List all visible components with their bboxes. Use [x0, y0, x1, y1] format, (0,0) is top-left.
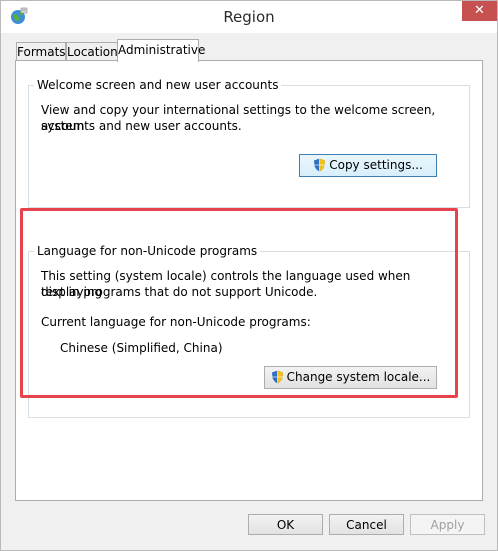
administrative-panel: Welcome screen and new user accounts Vie…	[15, 60, 483, 501]
close-icon: ✕	[474, 3, 485, 18]
cancel-button[interactable]: Cancel	[329, 514, 404, 535]
tab-location[interactable]: Location	[66, 42, 118, 61]
current-language-value: Chinese (Simplified, China)	[60, 341, 223, 355]
shield-icon	[314, 158, 326, 171]
copy-settings-label: Copy settings...	[329, 158, 423, 172]
welcome-description-line2: accounts and new user accounts.	[41, 119, 242, 133]
current-language-label: Current language for non-Unicode program…	[41, 315, 311, 329]
shield-icon	[271, 370, 283, 383]
non-unicode-group-legend: Language for non-Unicode programs	[37, 244, 258, 258]
region-dialog: Region ✕ Formats Location Administrative…	[0, 0, 498, 551]
welcome-group-legend: Welcome screen and new user accounts	[37, 78, 279, 92]
change-system-locale-label: Change system locale...	[286, 370, 431, 384]
apply-button[interactable]: Apply	[410, 514, 485, 535]
tab-formats[interactable]: Formats	[16, 42, 66, 61]
non-unicode-group: Language for non-Unicode programs This s…	[28, 244, 470, 418]
change-system-locale-button[interactable]: Change system locale...	[264, 366, 437, 389]
non-unicode-description-line2: text in programs that do not support Uni…	[41, 285, 318, 299]
welcome-screen-group: Welcome screen and new user accounts Vie…	[28, 78, 470, 208]
close-button[interactable]: ✕	[462, 1, 497, 21]
ok-button[interactable]: OK	[248, 514, 323, 535]
dialog-client-area: Formats Location Administrative Welcome …	[1, 33, 497, 550]
window-title: Region	[223, 8, 275, 26]
copy-settings-button[interactable]: Copy settings...	[299, 154, 437, 177]
title-bar[interactable]: Region ✕	[1, 1, 497, 33]
tab-administrative[interactable]: Administrative	[117, 39, 205, 62]
